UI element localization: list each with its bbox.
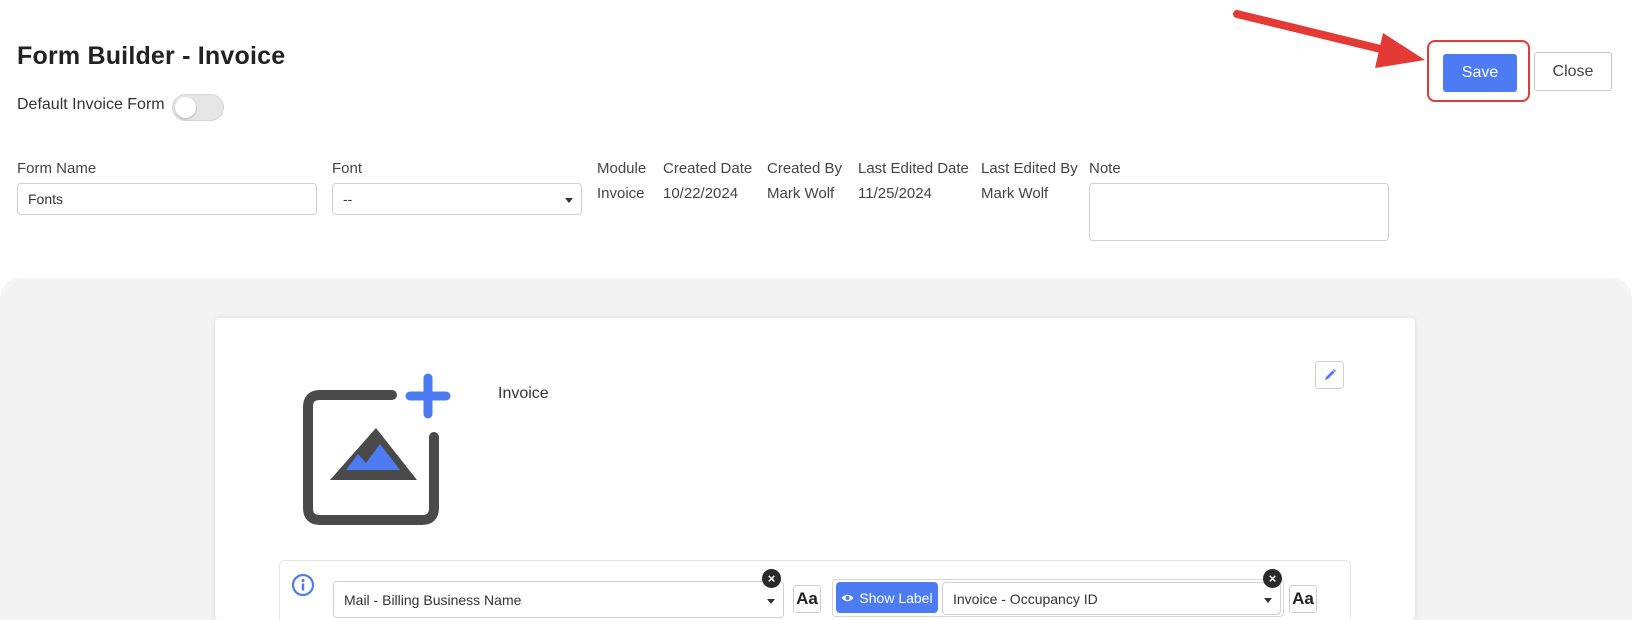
toggle-knob bbox=[175, 97, 196, 118]
form-name-label: Form Name bbox=[17, 160, 97, 177]
right-field-value: Invoice - Occupancy ID bbox=[953, 590, 1098, 607]
note-textarea[interactable] bbox=[1089, 183, 1389, 241]
annotation-arrow-icon bbox=[1233, 10, 1425, 68]
caret-down-icon bbox=[767, 599, 775, 604]
created-by-label: Created By bbox=[767, 160, 843, 177]
caret-down-icon bbox=[1264, 598, 1272, 603]
module-label: Module bbox=[597, 160, 647, 177]
default-form-toggle[interactable] bbox=[172, 94, 224, 121]
add-image-icon[interactable] bbox=[300, 370, 460, 530]
font-style-icon: Aa bbox=[1292, 589, 1314, 608]
font-value: -- bbox=[343, 191, 353, 207]
save-button[interactable]: Save bbox=[1443, 54, 1517, 92]
created-date-label: Created Date bbox=[663, 160, 753, 177]
remove-icon: × bbox=[767, 571, 776, 586]
left-field-value: Mail - Billing Business Name bbox=[344, 591, 522, 608]
remove-right-field-button[interactable]: × bbox=[1263, 569, 1282, 588]
last-edited-by-label: Last Edited By bbox=[981, 160, 1078, 177]
page-title: Form Builder - Invoice bbox=[17, 42, 286, 70]
last-edited-by-value: Mark Wolf bbox=[981, 185, 1049, 202]
font-select[interactable]: -- bbox=[332, 183, 582, 215]
pencil-icon bbox=[1324, 369, 1336, 380]
default-form-label: Default Invoice Form bbox=[17, 96, 165, 113]
edit-header-button[interactable] bbox=[1315, 361, 1344, 389]
note-label: Note bbox=[1089, 160, 1121, 177]
left-font-style-button[interactable]: Aa bbox=[793, 585, 821, 613]
left-field-select[interactable]: Mail - Billing Business Name bbox=[333, 581, 784, 618]
form-name-value: Fonts bbox=[28, 191, 64, 207]
remove-left-field-button[interactable]: × bbox=[762, 569, 781, 588]
info-icon[interactable] bbox=[291, 573, 315, 597]
show-label-button[interactable]: Show Label bbox=[836, 582, 938, 613]
right-font-style-button[interactable]: Aa bbox=[1289, 585, 1317, 613]
last-edited-date-value: 11/25/2024 bbox=[858, 185, 932, 202]
right-field-select[interactable]: Invoice - Occupancy ID bbox=[942, 582, 1281, 615]
close-button[interactable]: Close bbox=[1534, 52, 1612, 91]
caret-down-icon bbox=[565, 198, 573, 203]
font-label: Font bbox=[332, 160, 363, 177]
created-by-value: Mark Wolf bbox=[767, 185, 835, 202]
module-value: Invoice bbox=[597, 185, 645, 202]
font-style-icon: Aa bbox=[796, 589, 818, 608]
last-edited-date-label: Last Edited Date bbox=[858, 160, 969, 177]
show-label-text: Show Label bbox=[859, 589, 933, 606]
header-text: Invoice bbox=[498, 385, 549, 402]
created-date-value: 10/22/2024 bbox=[663, 185, 739, 202]
form-name-input[interactable]: Fonts bbox=[17, 183, 317, 215]
eye-icon bbox=[841, 594, 854, 601]
remove-icon: × bbox=[1268, 571, 1277, 586]
